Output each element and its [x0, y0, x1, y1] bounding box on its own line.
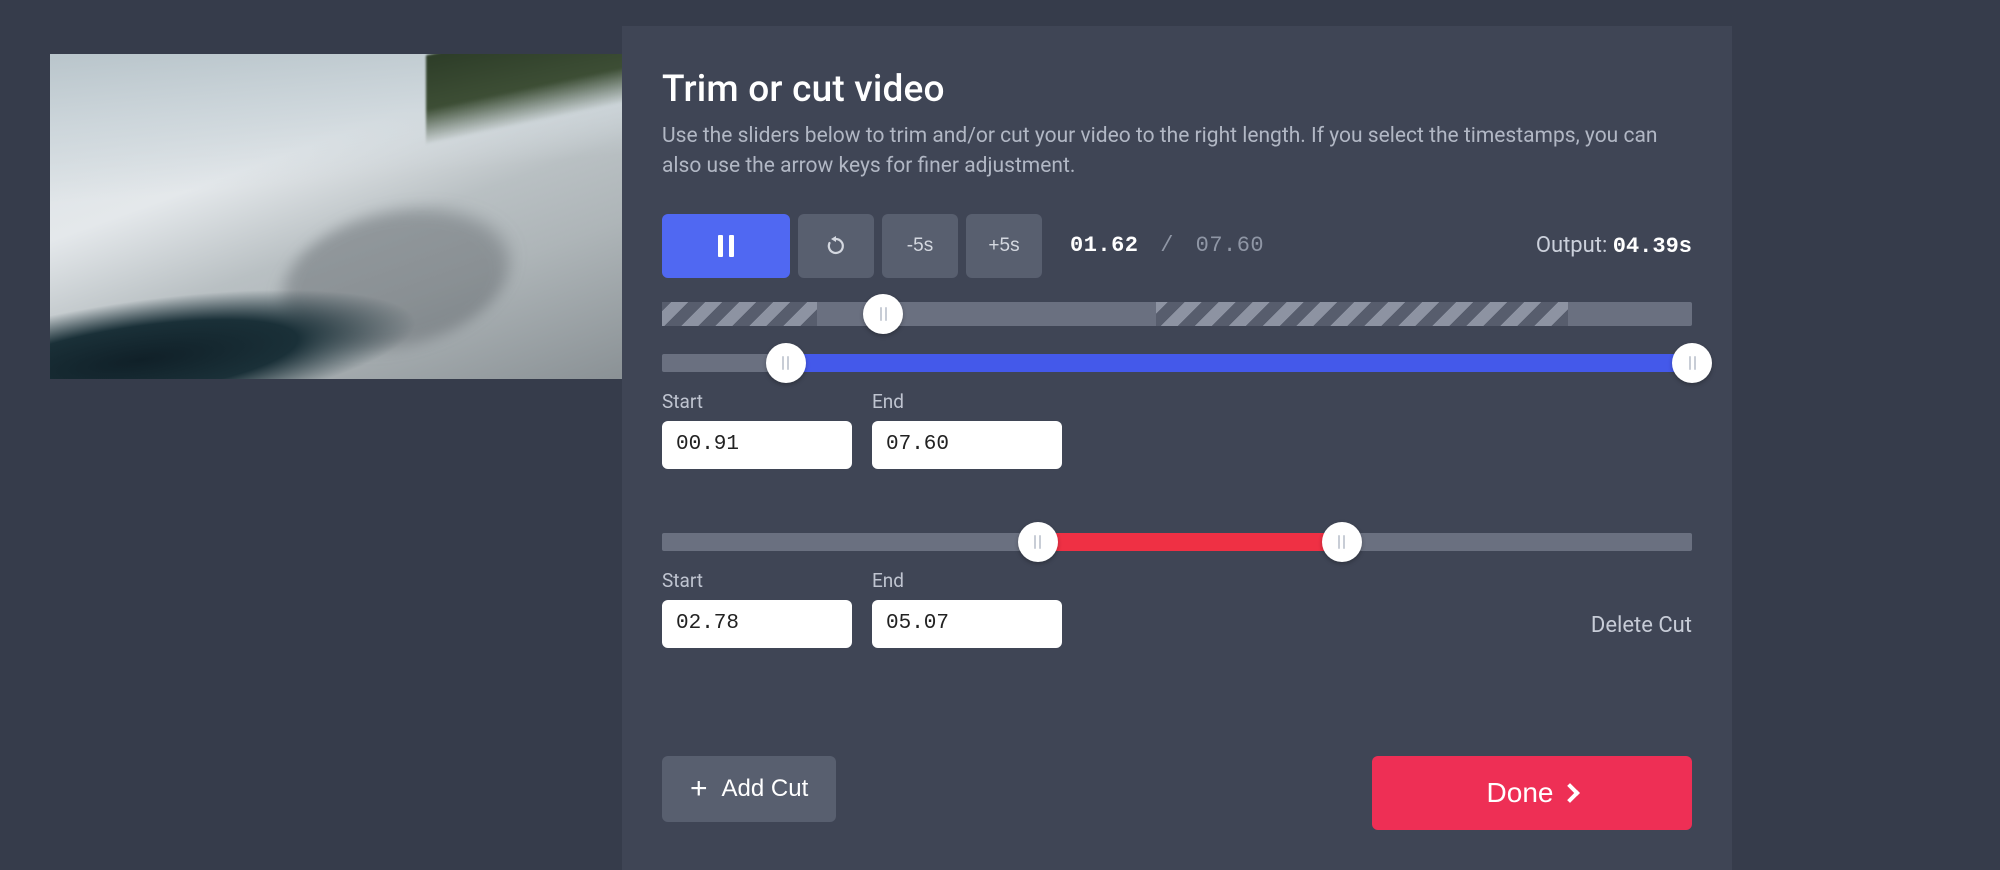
cut-end-input[interactable] [872, 600, 1062, 648]
panel-title: Trim or cut video [662, 68, 1692, 111]
trim-end-label: End [872, 390, 1062, 413]
output-value: 04.39s [1613, 234, 1692, 259]
forward-5s-button[interactable]: +5s [966, 214, 1042, 278]
pause-icon [718, 235, 734, 257]
playhead-handle[interactable] [863, 294, 903, 334]
trim-range [786, 354, 1692, 372]
playback-track[interactable] [662, 302, 1692, 326]
trim-start-label: Start [662, 390, 852, 413]
chevron-right-icon [1561, 783, 1581, 803]
cut-end-label: End [872, 569, 1062, 592]
back-5s-button[interactable]: -5s [882, 214, 958, 278]
time-readout: 01.62 / 07.60 [1070, 233, 1264, 258]
current-time: 01.62 [1070, 233, 1139, 258]
buffered-segment [662, 302, 817, 326]
panel-subtitle: Use the sliders below to trim and/or cut… [662, 121, 1662, 182]
buffered-segment [1156, 302, 1568, 326]
video-preview[interactable] [50, 54, 626, 379]
cut-start-label: Start [662, 569, 852, 592]
restart-icon [824, 234, 848, 258]
duration: 07.60 [1196, 233, 1265, 258]
trim-end-input[interactable] [872, 421, 1062, 469]
trim-end-handle[interactable] [1672, 343, 1712, 383]
add-cut-button[interactable]: + Add Cut [662, 756, 836, 822]
cut-track[interactable] [662, 533, 1692, 551]
restart-button[interactable] [798, 214, 874, 278]
cut-range [1038, 533, 1342, 551]
cut-start-handle[interactable] [1018, 522, 1058, 562]
trim-track[interactable] [662, 354, 1692, 372]
done-button[interactable]: Done [1372, 756, 1692, 830]
plus-icon: + [690, 774, 708, 804]
output-label: Output: 04.39s [1536, 233, 1692, 259]
trim-panel: Trim or cut video Use the sliders below … [622, 26, 1732, 870]
delete-cut-button[interactable]: Delete Cut [1591, 613, 1692, 648]
trim-start-input[interactable] [662, 421, 852, 469]
cut-start-input[interactable] [662, 600, 852, 648]
cut-end-handle[interactable] [1322, 522, 1362, 562]
trim-start-handle[interactable] [766, 343, 806, 383]
pause-button[interactable] [662, 214, 790, 278]
